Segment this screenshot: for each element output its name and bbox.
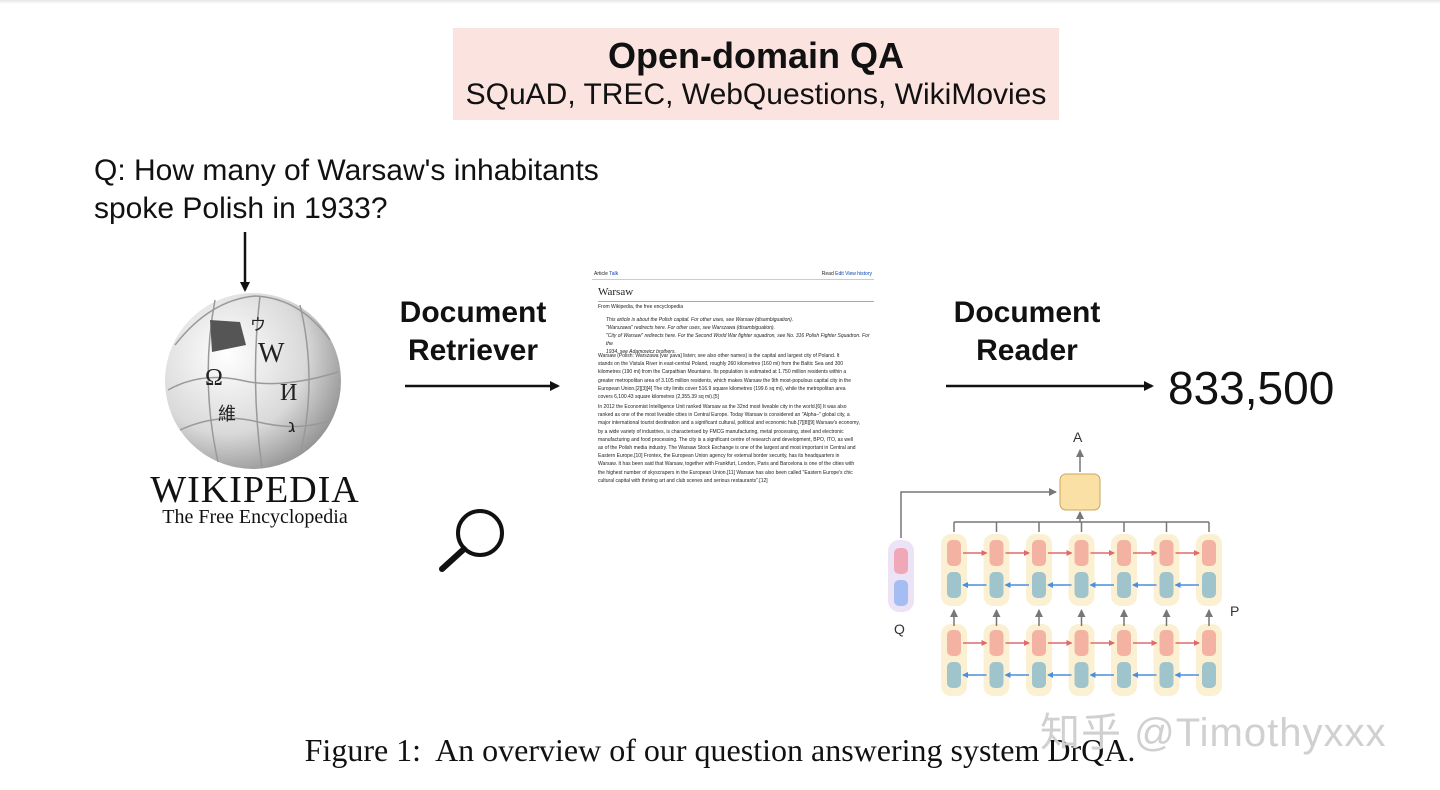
article-line: manufacturing and food processing. The c… (598, 436, 853, 443)
backward-lstm-cell (989, 572, 1004, 598)
backward-lstm-cell (1032, 572, 1046, 598)
document-retriever-label: Document Retriever (393, 294, 553, 370)
label-a: A (1073, 429, 1083, 445)
question-to-output-arrow (900, 488, 1057, 538)
zhihu-watermark: 知乎 @Timothyxxx (1040, 711, 1387, 755)
article-line: stands on the Vistula River in east-cent… (598, 361, 844, 368)
globe-glyph-gimel: ג (288, 416, 295, 437)
forward-lstm-cell (1159, 630, 1174, 656)
wikipedia-article-snapshot: Article Talk Read Edit View history Wars… (590, 266, 876, 488)
hatnote: This article is about the Polish capital… (606, 317, 794, 323)
article-line: covers 6,100.43 square kilometres (2,355… (598, 394, 719, 401)
backward-lstm-cell (1202, 572, 1216, 598)
backward-lstm-cell (1032, 662, 1046, 688)
article-line: by a wide variety of industries, is char… (598, 428, 844, 435)
globe-glyph-i: И (280, 380, 297, 406)
caption-figure-number: Figure 1: (304, 732, 422, 768)
wikipedia-tagline: The Free Encyclopedia (162, 506, 348, 528)
forward-lstm-cell (1074, 630, 1089, 656)
tab-read: Read (821, 271, 834, 277)
globe-glyph-omega: Ω (205, 365, 223, 391)
article-line: kilometres (190 mi) from the Carpathian … (598, 369, 847, 376)
wikipedia-globe-icon: W Ω И 維 ウ ג (165, 293, 341, 469)
tab-view-history: View history (845, 271, 872, 277)
backward-lstm-cell (1074, 572, 1089, 598)
reader-label-line-2: Reader (976, 334, 1078, 367)
retriever-label-line-2: Retriever (407, 334, 539, 367)
article-line: Warsaw. It has been said that Warsaw, to… (598, 461, 855, 468)
backward-lstm-cell (947, 572, 961, 598)
tab-talk: Talk (609, 271, 619, 277)
forward-lstm-cell (989, 540, 1004, 566)
backward-lstm-cell (1159, 662, 1174, 688)
article-paragraph-2: In 2012 the Economist Intelligence Unit … (598, 403, 870, 485)
backward-lstm-cell (989, 662, 1004, 688)
forward-lstm-cell (1202, 630, 1216, 656)
reader-network-diagram: A Q P (888, 429, 1239, 696)
answer-text: 833,500 (1168, 362, 1335, 414)
forward-lstm-cell (1159, 540, 1174, 566)
retriever-label-line-1: Document (399, 296, 547, 329)
forward-lstm-cell (947, 630, 961, 656)
article-line: Eastern Europe.[10] Frontex, the Europea… (598, 453, 840, 460)
article-tab-bar: Article Talk Read Edit View history (592, 269, 874, 280)
backward-lstm-cell (947, 662, 961, 688)
forward-lstm-cell (1202, 540, 1216, 566)
label-q: Q (894, 621, 905, 637)
hatnote: "Warszawa" redirects here. For other use… (606, 325, 775, 331)
output-cell (1059, 473, 1101, 511)
article-line: the highest number of skyscrapers in the… (598, 469, 853, 476)
article-line: major international tourist destination … (598, 420, 860, 427)
article-line: European Union.[2][3][4] The city limits… (598, 385, 846, 392)
forward-lstm-cell (1074, 540, 1089, 566)
article-paragraph-1: Warsaw (Polish: Warszawa [varˈʂava] list… (598, 352, 870, 401)
forward-lstm-cell (1032, 630, 1046, 656)
article-line: cultural capital with thriving art and c… (598, 477, 768, 484)
forward-lstm-cell (1117, 540, 1131, 566)
globe-glyph-cjk: 維 (218, 404, 236, 425)
globe-glyph-w: W (258, 338, 285, 369)
reader-label-line-1: Document (953, 296, 1101, 329)
article-title: Warsaw (598, 286, 634, 298)
article-line: ranked as one of the most liveable citie… (598, 412, 850, 419)
forward-lstm-cell (1117, 630, 1131, 656)
tab-edit: Edit (835, 271, 844, 277)
article-hatnotes: This article is about the Polish capital… (606, 316, 870, 356)
tab-article: Article (594, 271, 608, 277)
backward-lstm-cell (1117, 572, 1131, 598)
label-p: P (1230, 603, 1239, 619)
globe-glyph-u: ウ (250, 315, 266, 334)
hatnote: "City of Warsaw" redirects here. For the… (606, 333, 870, 347)
backward-lstm-cell (1117, 662, 1131, 688)
article-source-line: From Wikipedia, the free encyclopedia (598, 304, 684, 310)
question-cell-bottom (894, 580, 908, 606)
magnifier-icon (439, 509, 504, 572)
backward-lstm-cell (1159, 572, 1174, 598)
document-reader-label: Document Reader (947, 294, 1107, 370)
backward-lstm-cell (1202, 662, 1216, 688)
forward-lstm-cell (947, 540, 961, 566)
article-line: as of the Polish media industry. The War… (598, 445, 856, 452)
article-line: Warsaw (Polish: Warszawa [varˈʂava] list… (598, 353, 840, 359)
backward-lstm-cell (1074, 662, 1089, 688)
forward-lstm-cell (1032, 540, 1046, 566)
question-cell-top (894, 548, 908, 574)
article-line: In 2012 the Economist Intelligence Unit … (598, 404, 847, 410)
article-title-rule (598, 301, 874, 302)
forward-lstm-cell (989, 630, 1004, 656)
article-line: greater metropolitan area of 3.105 milli… (598, 377, 851, 384)
caption-text: An overview of our question answering sy… (435, 732, 1136, 768)
